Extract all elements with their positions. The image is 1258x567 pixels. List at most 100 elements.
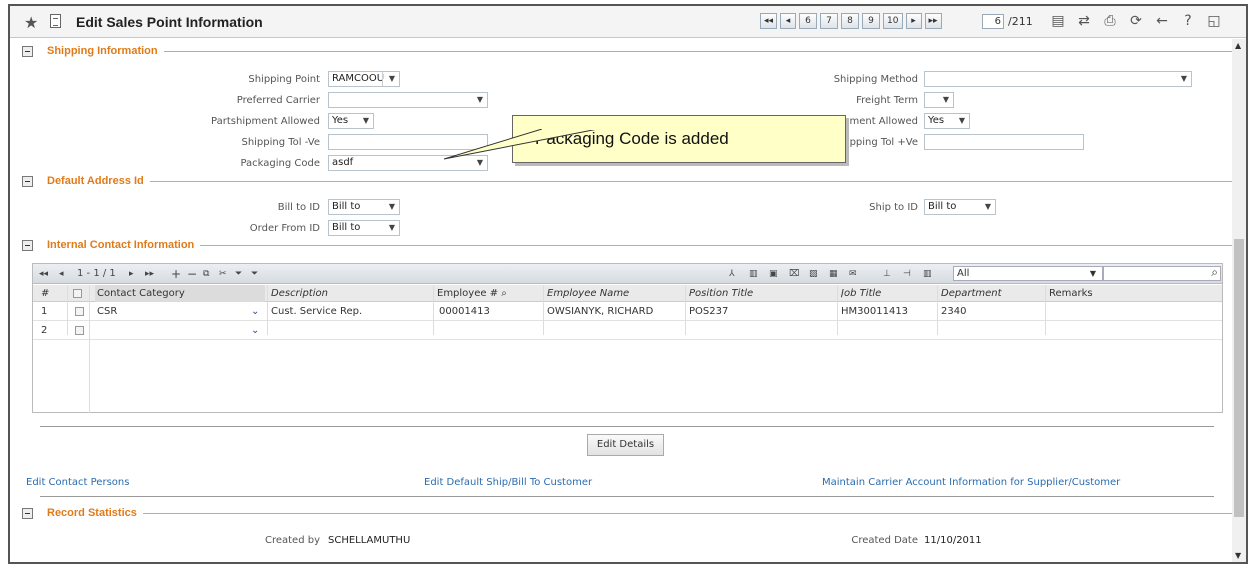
packaging-code-value: asdf (332, 157, 354, 168)
first-page-button[interactable]: ◂◂ (760, 13, 778, 29)
collapse-contacts-icon[interactable] (22, 239, 33, 251)
scroll-thumb[interactable] (1234, 239, 1244, 517)
page-button[interactable]: 8 (841, 13, 860, 29)
shipping-tol-pos-input[interactable] (924, 134, 1084, 150)
chart-icon[interactable]: ▥ (749, 267, 758, 281)
help-icon[interactable]: ? (1180, 12, 1196, 30)
row-checkbox[interactable] (75, 322, 84, 340)
ship-to-id-select[interactable]: Bill to (924, 199, 996, 215)
section-title: Shipping Information (47, 45, 158, 57)
edit-contact-persons-link[interactable]: Edit Contact Persons (26, 477, 129, 488)
last-page-button[interactable]: ▸▸ (924, 13, 942, 29)
collapse-stats-icon[interactable] (22, 507, 33, 519)
cell-employee-no[interactable]: 00001413 (439, 303, 490, 321)
freight-term-select[interactable] (924, 92, 954, 108)
clear-filter-icon[interactable]: ⏷ (251, 267, 258, 281)
freeze-icon[interactable]: ⊣ (903, 267, 911, 281)
delete-row-icon[interactable]: − (187, 267, 197, 281)
vertical-scrollbar[interactable]: ▲ ▼ (1232, 39, 1246, 562)
ship-to-id-value: Bill to (928, 201, 957, 212)
contacts-grid: ◂◂ ◂ 1 - 1 / 1 ▸ ▸▸ + − ⧉ ✂ ⏷ ⏷ ⅄ ▥ ▣ ⌧ … (32, 263, 1223, 413)
cut-icon[interactable]: ✂ (219, 267, 227, 281)
table-row[interactable]: 2 ⌄ (33, 322, 1222, 340)
cell-position-title: POS237 (689, 306, 729, 317)
col-divider (433, 285, 434, 335)
back-arrow-icon[interactable]: ← (1154, 12, 1170, 30)
shipment-allowed-select[interactable]: Yes (924, 113, 970, 129)
edit-details-button[interactable]: Edit Details (587, 434, 664, 456)
pdf-export-icon[interactable]: ⅄ (729, 267, 735, 281)
grid-first-page-icon[interactable]: ◂◂ (39, 267, 48, 281)
cell-department: 2340 (941, 306, 967, 317)
shuffle-icon[interactable]: ⇄ (1076, 12, 1092, 30)
refresh-icon[interactable]: ⟳ (1128, 12, 1144, 30)
cell-contact-category[interactable]: CSR (97, 303, 117, 321)
page-button[interactable]: 10 (883, 13, 903, 29)
col-department[interactable]: Department (941, 285, 1002, 302)
grid-search-input[interactable] (1103, 265, 1221, 281)
title-bar: ★ Edit Sales Point Information ◂◂ ◂ 6 7 … (10, 6, 1246, 38)
divider (200, 244, 1232, 246)
chevron-down-icon[interactable]: ⌄ (251, 325, 259, 336)
current-page-input[interactable]: 6 (982, 14, 1004, 29)
favorite-star-icon[interactable]: ★ (24, 13, 38, 32)
table-row[interactable]: 1 CSR ⌄ Cust. Service Rep. 00001413 OWSI… (33, 303, 1222, 321)
grid-prev-page-icon[interactable]: ◂ (59, 267, 64, 281)
edit-default-ship-bill-link[interactable]: Edit Default Ship/Bill To Customer (424, 477, 592, 488)
search-scope-value: All (957, 268, 970, 279)
page-button[interactable]: 9 (862, 13, 881, 29)
image-icon[interactable]: ▨ (809, 267, 818, 281)
created-date-label: Created Date (851, 535, 918, 546)
excel-export-icon[interactable]: ⌧ (789, 267, 799, 281)
email-icon[interactable]: ✉ (849, 267, 857, 281)
col-job-title[interactable]: Job Title (841, 285, 881, 302)
scroll-down-icon[interactable]: ▼ (1235, 551, 1241, 560)
window-icon[interactable]: ◱ (1206, 12, 1222, 30)
page-button[interactable]: 7 (820, 13, 839, 29)
stats-section-header: Record Statistics (22, 506, 1232, 520)
grid-icon[interactable]: ▤ (1050, 12, 1066, 30)
ship-to-id-label: Ship to ID (869, 202, 918, 213)
col-description[interactable]: Description (271, 285, 328, 302)
maintain-carrier-account-link[interactable]: Maintain Carrier Account Information for… (822, 477, 1120, 488)
col-remarks[interactable]: Remarks (1049, 285, 1093, 302)
select-all-checkbox[interactable] (73, 289, 82, 298)
col-employee-name[interactable]: Employee Name (547, 285, 629, 302)
grid-next-page-icon[interactable]: ▸ (129, 267, 134, 281)
partshipment-select[interactable]: Yes (328, 113, 374, 129)
copy-row-icon[interactable]: ⧉ (203, 267, 209, 281)
chevron-down-icon[interactable]: ⌄ (251, 306, 259, 317)
col-divider (89, 285, 90, 413)
created-by-value: SCHELLAMUTHU (328, 535, 411, 546)
col-employee-no[interactable]: Employee # ⌕ (437, 285, 507, 302)
filter-icon[interactable]: ⏷ (235, 267, 242, 281)
save-view-icon[interactable]: ▣ (769, 267, 778, 281)
print-icon[interactable]: ⎙ (1102, 12, 1118, 30)
columns-icon[interactable]: ▥ (923, 267, 932, 281)
order-from-id-select[interactable]: Bill to (328, 220, 400, 236)
grid-last-page-icon[interactable]: ▸▸ (145, 267, 154, 281)
page-button[interactable]: 6 (799, 13, 818, 29)
shipping-point-select[interactable]: RAMCOOU (328, 71, 400, 87)
next-page-button[interactable]: ▸ (905, 13, 922, 29)
row-checkbox[interactable] (75, 303, 84, 321)
preferred-carrier-select[interactable] (328, 92, 488, 108)
prev-page-button[interactable]: ◂ (780, 13, 797, 29)
calendar-icon[interactable]: ▦ (829, 267, 838, 281)
collapse-address-icon[interactable] (22, 175, 33, 187)
collapse-shipping-icon[interactable] (22, 45, 33, 57)
address-section-header: Default Address Id (22, 174, 1232, 188)
partshipment-label: Partshipment Allowed (211, 116, 320, 127)
col-position-title[interactable]: Position Title (689, 285, 753, 302)
app-window: ★ Edit Sales Point Information ◂◂ ◂ 6 7 … (8, 4, 1248, 564)
scroll-up-icon[interactable]: ▲ (1235, 41, 1241, 50)
add-row-icon[interactable]: + (171, 267, 181, 281)
search-scope-select[interactable]: All (953, 266, 1103, 281)
bill-to-id-select[interactable]: Bill to (328, 199, 400, 215)
col-select-all[interactable] (73, 285, 82, 302)
pin-icon[interactable]: ⊥ (883, 267, 891, 281)
search-icon[interactable]: ⌕ (501, 288, 507, 299)
contacts-section-header: Internal Contact Information (22, 238, 1232, 252)
col-contact-category[interactable]: Contact Category (95, 285, 265, 302)
shipping-method-select[interactable] (924, 71, 1192, 87)
